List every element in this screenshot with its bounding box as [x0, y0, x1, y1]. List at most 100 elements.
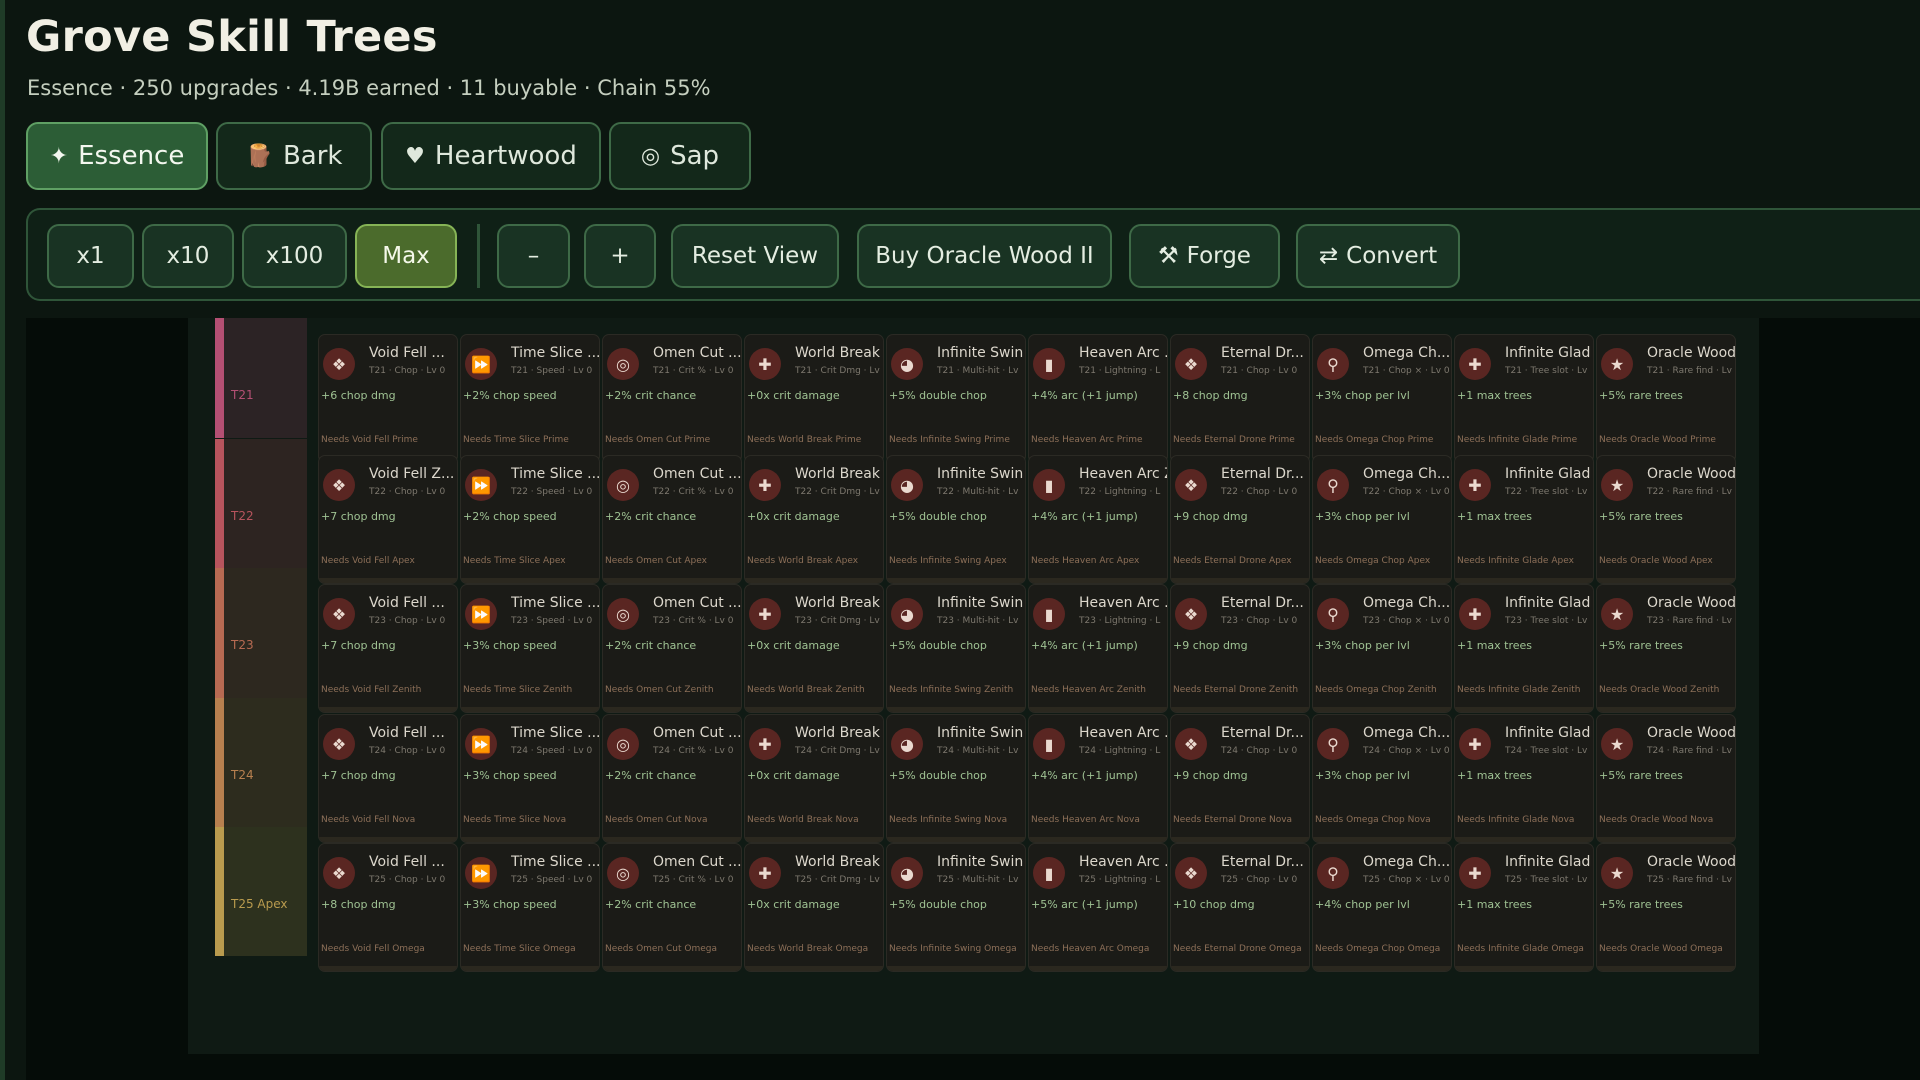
magnifier-icon: ⚲	[1317, 469, 1349, 501]
skill-node[interactable]: ◎ Omen Cut ... T22 · Crit % · Lv 0 +2% crit…	[602, 455, 742, 584]
skill-name: World Break	[795, 854, 880, 870]
skill-requirement: Needs Oracle Wood Prime	[1599, 435, 1716, 445]
skill-progress-track	[1455, 837, 1593, 842]
skill-progress-track	[1313, 707, 1451, 712]
skill-node[interactable]: ⏩ Time Slice ... T23 · Speed · Lv 0 +3% cho…	[460, 584, 600, 713]
skill-node[interactable]: ✚ World Break T24 · Crit Dmg · Lv +0x crit …	[744, 714, 884, 843]
skill-node[interactable]: ◎ Omen Cut ... T24 · Crit % · Lv 0 +2% crit…	[602, 714, 742, 843]
skill-progress-track	[461, 966, 599, 971]
leaf-icon: ❖	[323, 857, 355, 889]
skill-requirement: Needs Void Fell Omega	[321, 944, 425, 954]
magnifier-icon: ⚲	[1317, 598, 1349, 630]
skill-node[interactable]: ❖ Eternal Dr... T25 · Chop · Lv 0 +10 chop …	[1170, 843, 1310, 972]
skill-tree-viewport[interactable]: T21 T22 T23 T24 T25 Apex ❖ Void Fell ... T21 · …	[26, 318, 1920, 1080]
skill-node[interactable]: ◕ Infinite Swin T21 · Multi-hit · Lv +5% do…	[886, 334, 1026, 463]
plus-icon: ✚	[749, 469, 781, 501]
skill-node[interactable]: ✚ Infinite Glad T21 · Tree slot · Lv +1 max…	[1454, 334, 1594, 463]
skill-meta: T24 · Tree slot · Lv	[1505, 746, 1588, 756]
skill-node[interactable]: ❖ Void Fell ... T23 · Chop · Lv 0 +7 chop d…	[318, 584, 458, 713]
skill-node[interactable]: ◕ Infinite Swin T25 · Multi-hit · Lv +5% do…	[886, 843, 1026, 972]
skill-node[interactable]: ⚲ Omega Ch... T21 · Chop × · Lv 0 +3% chop …	[1312, 334, 1452, 463]
skill-effect: +3% chop speed	[463, 769, 557, 782]
star-icon: ★	[1601, 728, 1633, 760]
skill-meta: T23 · Chop × · Lv 0	[1363, 616, 1450, 626]
skill-node[interactable]: ❖ Void Fell ... T21 · Chop · Lv 0 +6 chop d…	[318, 334, 458, 463]
plus-icon: ✚	[1459, 348, 1491, 380]
skill-node[interactable]: ⚲ Omega Ch... T22 · Chop × · Lv 0 +3% chop …	[1312, 455, 1452, 584]
skill-node[interactable]: ✚ World Break T21 · Crit Dmg · Lv +0x crit …	[744, 334, 884, 463]
tab-sap[interactable]: ◎ Sap	[609, 122, 751, 190]
zoom-in-button[interactable]: +	[584, 224, 656, 288]
bar-chart-icon: ▮	[1033, 728, 1065, 760]
skill-node[interactable]: ◕ Infinite Swin T23 · Multi-hit · Lv +5% do…	[886, 584, 1026, 713]
skill-node[interactable]: ✚ World Break T25 · Crit Dmg · Lv +0x crit …	[744, 843, 884, 972]
skill-node[interactable]: ⏩ Time Slice ... T24 · Speed · Lv 0 +3% cho…	[460, 714, 600, 843]
skill-node[interactable]: ▮ Heaven Arc ... T25 · Lightning · L +5% ar…	[1028, 843, 1168, 972]
skill-node[interactable]: ✚ World Break T22 · Crit Dmg · Lv +0x crit …	[744, 455, 884, 584]
skill-node[interactable]: ◎ Omen Cut ... T25 · Crit % · Lv 0 +2% crit…	[602, 843, 742, 972]
reset-view-button[interactable]: Reset View	[671, 224, 839, 288]
skill-node[interactable]: ◎ Omen Cut ... T23 · Crit % · Lv 0 +2% crit…	[602, 584, 742, 713]
skill-node[interactable]: ⚲ Omega Ch... T25 · Chop × · Lv 0 +4% chop …	[1312, 843, 1452, 972]
skill-node[interactable]: ▮ Heaven Arc ... T21 · Lightning · L +4% ar…	[1028, 334, 1168, 463]
skill-name: Eternal Dr...	[1221, 725, 1304, 741]
convert-button[interactable]: ⇄ Convert	[1296, 224, 1460, 288]
skill-node[interactable]: ▮ Heaven Arc ... T23 · Lightning · L +4% ar…	[1028, 584, 1168, 713]
skill-progress-track	[745, 707, 883, 712]
skill-name: Void Fell ...	[369, 345, 445, 361]
skill-progress-track	[1597, 966, 1735, 971]
skill-tree-board[interactable]: T21 T22 T23 T24 T25 Apex ❖ Void Fell ... T21 · …	[188, 318, 1759, 1054]
skill-name: Infinite Swin	[937, 854, 1024, 870]
skill-node[interactable]: ❖ Eternal Dr... T22 · Chop · Lv 0 +9 chop d…	[1170, 455, 1310, 584]
skill-node[interactable]: ★ Oracle Wood... T23 · Rare find · Lv 0 +5%…	[1596, 584, 1736, 713]
skill-effect: +2% chop speed	[463, 389, 557, 402]
skill-node[interactable]: ❖ Eternal Dr... T23 · Chop · Lv 0 +9 chop d…	[1170, 584, 1310, 713]
skill-node[interactable]: ⏩ Time Slice ... T21 · Speed · Lv 0 +2% cho…	[460, 334, 600, 463]
star-icon: ★	[1601, 598, 1633, 630]
tab-bark[interactable]: 🪵 Bark	[216, 122, 372, 190]
skill-node[interactable]: ▮ Heaven Arc ... T24 · Lightning · L +4% ar…	[1028, 714, 1168, 843]
skill-progress-track	[1455, 578, 1593, 583]
buy-amount-max-button[interactable]: Max	[355, 224, 457, 288]
skill-node[interactable]: ⏩ Time Slice ... T25 · Speed · Lv 0 +3% cho…	[460, 843, 600, 972]
skill-node[interactable]: ❖ Eternal Dr... T21 · Chop · Lv 0 +8 chop d…	[1170, 334, 1310, 463]
skill-node[interactable]: ★ Oracle Wood... T25 · Rare find · Lv 0 +5%…	[1596, 843, 1736, 972]
tier-label: T23	[231, 638, 254, 652]
skill-requirement: Needs Infinite Glade Prime	[1457, 435, 1578, 445]
tab-essence[interactable]: ✦ Essence	[26, 122, 208, 190]
skill-node[interactable]: ⏩ Time Slice ... T22 · Speed · Lv 0 +2% cho…	[460, 455, 600, 584]
skill-node[interactable]: ★ Oracle Wood... T24 · Rare find · Lv 0 +5%…	[1596, 714, 1736, 843]
tab-heartwood[interactable]: ♥ Heartwood	[381, 122, 601, 190]
skill-node[interactable]: ❖ Eternal Dr... T24 · Chop · Lv 0 +9 chop d…	[1170, 714, 1310, 843]
zoom-out-button[interactable]: –	[497, 224, 570, 288]
skill-node[interactable]: ★ Oracle Wood... T22 · Rare find · Lv 0 +5%…	[1596, 455, 1736, 584]
skill-node[interactable]: ❖ Void Fell Z... T22 · Chop · Lv 0 +7 chop …	[318, 455, 458, 584]
skill-node[interactable]: ▮ Heaven Arc Z T22 · Lightning · L +4% arc …	[1028, 455, 1168, 584]
skill-node[interactable]: ✚ Infinite Glad T25 · Tree slot · Lv +1 max…	[1454, 843, 1594, 972]
forge-button[interactable]: ⚒ Forge	[1129, 224, 1280, 288]
skill-node[interactable]: ❖ Void Fell ... T25 · Chop · Lv 0 +8 chop d…	[318, 843, 458, 972]
swing-icon: ◕	[891, 469, 923, 501]
skill-node[interactable]: ★ Oracle Wood... T21 · Rare find · Lv 0 +5%…	[1596, 334, 1736, 463]
buy-amount-x10-button[interactable]: x10	[142, 224, 234, 288]
buy-amount-x1-button[interactable]: x1	[47, 224, 134, 288]
skill-requirement: Needs World Break Apex	[747, 556, 859, 566]
skill-node[interactable]: ◕ Infinite Swin T24 · Multi-hit · Lv +5% do…	[886, 714, 1026, 843]
skill-node[interactable]: ❖ Void Fell ... T24 · Chop · Lv 0 +7 chop d…	[318, 714, 458, 843]
buy-amount-x100-button[interactable]: x100	[242, 224, 347, 288]
plus-icon: ✚	[749, 598, 781, 630]
skill-requirement: Needs Void Fell Prime	[321, 435, 418, 445]
skill-node[interactable]: ◎ Omen Cut ... T21 · Crit % · Lv 0 +2% crit…	[602, 334, 742, 463]
skill-progress-track	[1171, 837, 1309, 842]
skill-node[interactable]: ⚲ Omega Ch... T24 · Chop × · Lv 0 +3% chop …	[1312, 714, 1452, 843]
skill-node[interactable]: ✚ World Break T23 · Crit Dmg · Lv +0x crit …	[744, 584, 884, 713]
skill-progress-track	[1313, 578, 1451, 583]
skill-node[interactable]: ⚲ Omega Ch... T23 · Chop × · Lv 0 +3% chop …	[1312, 584, 1452, 713]
skill-node[interactable]: ◕ Infinite Swin T22 · Multi-hit · Lv +5% do…	[886, 455, 1026, 584]
skill-node[interactable]: ✚ Infinite Glad T24 · Tree slot · Lv +1 max…	[1454, 714, 1594, 843]
skill-node[interactable]: ✚ Infinite Glad T23 · Tree slot · Lv +1 max…	[1454, 584, 1594, 713]
buy-upgrade-button[interactable]: Buy Oracle Wood II	[857, 224, 1112, 288]
leaf-icon: ❖	[323, 469, 355, 501]
skill-node[interactable]: ✚ Infinite Glad T22 · Tree slot · Lv +1 max…	[1454, 455, 1594, 584]
skill-requirement: Needs Omen Cut Zenith	[605, 685, 714, 695]
